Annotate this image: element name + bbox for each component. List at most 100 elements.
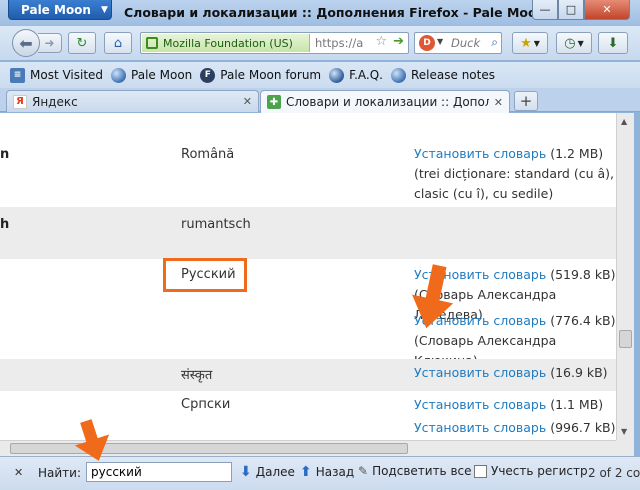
bookmark-most-visited[interactable]: ≡ Most Visited — [10, 67, 104, 83]
clock-icon: ◷ — [564, 35, 576, 51]
lang-name: संस्कृत — [181, 368, 213, 383]
go-arrow-icon[interactable]: ➔ — [393, 34, 404, 49]
tab-strip: Я Яндекс ✕ ✚ Словари и локализации :: До… — [0, 88, 640, 113]
search-icon[interactable]: ⌕ — [491, 35, 498, 50]
dict-size: (1.1 MB) — [550, 397, 604, 412]
tab-yandex[interactable]: Я Яндекс ✕ — [6, 90, 259, 112]
window-title: Словари и локализации :: Дополнения Fire… — [124, 5, 546, 20]
bookmark-faq[interactable]: F.A.Q. — [329, 67, 383, 83]
table-row: h rumantsch — [0, 207, 616, 259]
arrow-left-icon: ⬅ — [19, 33, 33, 53]
new-tab-button[interactable]: + — [514, 91, 538, 111]
bookmark-pale-moon-forum[interactable]: F Pale Moon forum — [200, 67, 322, 83]
close-tab-icon[interactable]: ✕ — [494, 96, 503, 109]
install-dictionary-link[interactable]: Установить словарь — [414, 146, 546, 161]
lock-icon — [146, 37, 158, 49]
downloads-button[interactable]: ⬇ — [598, 32, 628, 54]
navigation-toolbar: ➜ ⬅ ↻ ⌂ Mozilla Foundation (US) https://… — [0, 26, 640, 60]
dict-entry: Установить словарь (16.9 kB) — [414, 363, 616, 383]
title-bar: Pale Moon ▼ Словари и локализации :: Доп… — [0, 0, 640, 26]
duckduckgo-icon[interactable]: D — [419, 35, 435, 51]
chevron-down-icon: ▼ — [533, 38, 540, 48]
chevron-down-icon[interactable]: ▼ — [437, 37, 443, 46]
search-input[interactable]: Duck — [451, 36, 480, 50]
search-bar[interactable]: D ▼ Duck ⌕ — [414, 32, 502, 54]
bookmark-label: Pale Moon — [131, 68, 193, 82]
scroll-up-icon[interactable]: ▲ — [621, 117, 627, 126]
arrow-down-icon: ⬇ — [240, 464, 252, 480]
home-icon: ⌂ — [113, 35, 123, 51]
lang-code: n — [0, 147, 10, 162]
minimize-button[interactable]: — — [532, 0, 558, 20]
match-case-checkbox[interactable]: Учесть регистр — [474, 464, 588, 478]
bookmark-label: F.A.Q. — [349, 68, 383, 82]
highlighter-icon: ✎ — [358, 464, 369, 478]
find-next-button[interactable]: ⬇ Далее — [240, 464, 295, 480]
maximize-icon: □ — [565, 3, 577, 16]
install-dictionary-link[interactable]: Установить словарь — [414, 397, 546, 412]
minimize-icon: — — [539, 3, 551, 16]
table-row: संस्कृत Установить словарь (16.9 kB) — [0, 359, 616, 391]
dict-desc: (trei dicționare: standard (cu â), clasi… — [414, 166, 614, 201]
home-button[interactable]: ⌂ — [104, 32, 132, 54]
star-icon[interactable]: ☆ — [375, 34, 387, 49]
bookmarks-toolbar: ≡ Most Visited Pale Moon F Pale Moon for… — [0, 62, 640, 88]
dict-entry: Установить словарь (1.1 MB) — [414, 395, 616, 415]
lang-name: Română — [181, 147, 235, 162]
annotation-arrow — [74, 419, 110, 461]
forward-button[interactable]: ➜ — [38, 33, 62, 53]
reload-icon: ↻ — [76, 35, 88, 51]
bookmark-label: Release notes — [411, 68, 495, 82]
match-case-label: Учесть регистр — [491, 464, 588, 478]
yandex-favicon: Я — [13, 94, 27, 109]
tab-dictionaries[interactable]: ✚ Словари и локализации :: Дополнен... ✕ — [260, 90, 510, 113]
page-content: n Română Установить словарь (1.2 MB) (tr… — [0, 113, 616, 440]
chevron-down-icon: ▼ — [577, 38, 584, 48]
plus-icon: + — [519, 92, 533, 110]
lang-name: rumantsch — [181, 217, 251, 232]
find-prev-button[interactable]: ⬆ Назад — [300, 464, 354, 480]
vertical-scrollbar[interactable]: ▲ ▼ — [616, 113, 634, 440]
checkbox-icon[interactable] — [474, 464, 487, 478]
bookmark-label: Most Visited — [30, 68, 104, 82]
reload-button[interactable]: ↻ — [68, 32, 96, 54]
scroll-down-icon[interactable]: ▼ — [621, 427, 627, 436]
install-dictionary-link[interactable]: Установить словарь — [414, 420, 546, 435]
bookmark-star-icon: ★ — [520, 35, 532, 51]
bookmark-pale-moon[interactable]: Pale Moon — [111, 67, 193, 83]
tab-title: Яндекс — [32, 94, 78, 109]
scrollbar-thumb[interactable] — [619, 330, 632, 348]
arrow-right-icon: ➜ — [44, 36, 55, 50]
app-menu-button[interactable]: Pale Moon ▼ — [8, 0, 112, 20]
find-next-label: Далее — [255, 465, 295, 479]
puzzle-icon: ✚ — [267, 95, 281, 109]
scrollbar-corner — [616, 440, 634, 456]
bookmark-release-notes[interactable]: Release notes — [391, 67, 495, 83]
moon-icon — [329, 67, 345, 83]
url-bar[interactable]: Mozilla Foundation (US) https://addons.m… — [140, 32, 409, 54]
dict-size: (776.4 kB) — [550, 313, 616, 328]
dict-size: (1.2 MB) — [550, 146, 604, 161]
highlight-box — [163, 258, 247, 292]
close-window-button[interactable]: ✕ — [584, 0, 630, 20]
history-button[interactable]: ◷ ▼ — [556, 32, 592, 54]
site-identity[interactable]: Mozilla Foundation (US) — [142, 34, 310, 52]
app-menu-label: Pale Moon — [21, 2, 91, 17]
lang-name: Српски — [181, 397, 231, 412]
forum-icon: F — [200, 67, 216, 83]
highlight-all-button[interactable]: ✎ Подсветить все — [358, 464, 472, 478]
close-icon: ✕ — [602, 3, 612, 16]
url-text[interactable]: https://addons.mozilla.org — [315, 36, 363, 50]
bookmarks-menu-button[interactable]: ★ ▼ — [512, 32, 548, 54]
back-button[interactable]: ⬅ — [12, 29, 40, 57]
chevron-down-icon: ▼ — [100, 4, 108, 15]
dict-size: (16.9 kB) — [550, 365, 608, 380]
maximize-button[interactable]: □ — [558, 0, 584, 20]
dict-entry: Установить словарь (996.7 kB) — [414, 418, 616, 438]
lang-code: h — [0, 217, 10, 232]
bookmark-label: Pale Moon forum — [220, 68, 322, 82]
find-input[interactable] — [86, 462, 232, 482]
install-dictionary-link[interactable]: Установить словарь — [414, 365, 546, 380]
close-icon[interactable]: ✕ — [14, 466, 23, 479]
close-tab-icon[interactable]: ✕ — [243, 95, 252, 108]
